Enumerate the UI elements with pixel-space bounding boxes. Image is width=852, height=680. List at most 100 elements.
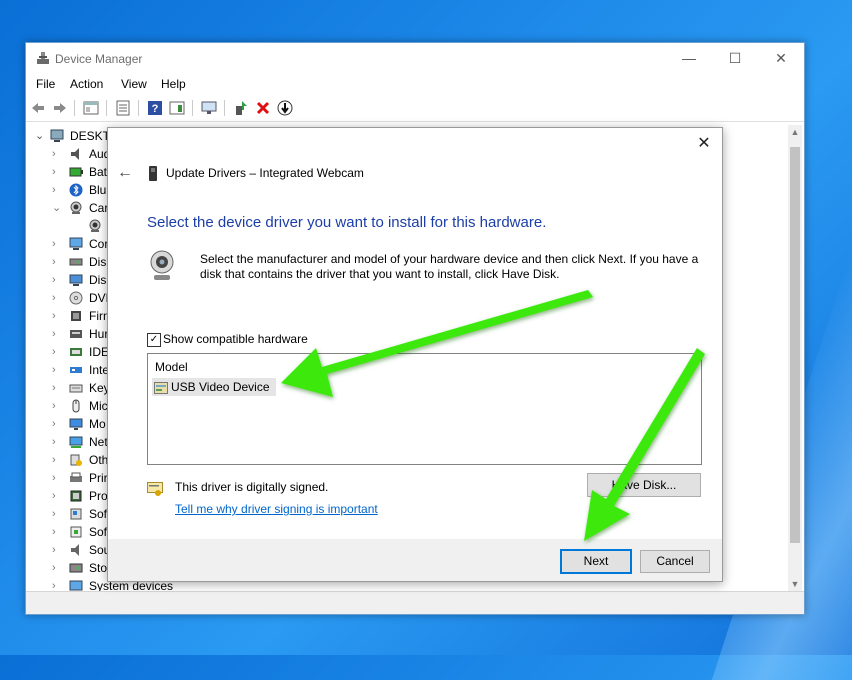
dialog-title: Update Drivers – Integrated Webcam (166, 166, 364, 180)
chevron-icon[interactable]: › (52, 523, 56, 541)
toolbar-separator (192, 100, 193, 116)
chevron-icon[interactable]: › (52, 307, 56, 325)
scroll-up-arrow[interactable]: ▲ (788, 127, 802, 137)
chevron-icon[interactable]: › (52, 361, 56, 379)
tree-item-label: Mo (89, 417, 106, 431)
chevron-icon[interactable]: › (52, 397, 56, 415)
close-button[interactable]: ✕ (758, 43, 804, 73)
scan-hardware-icon[interactable] (201, 100, 217, 116)
hid-icon (70, 330, 82, 338)
chevron-icon[interactable]: › (52, 559, 56, 577)
cancel-button[interactable]: Cancel (640, 550, 710, 573)
scrollbar-thumb[interactable] (790, 147, 800, 543)
tree-item-label: Sof (89, 507, 108, 521)
camera-icon (70, 201, 82, 214)
chevron-icon[interactable]: › (52, 451, 56, 469)
bluetooth-icon (69, 183, 83, 197)
show-hide-icon[interactable] (115, 100, 131, 116)
back-arrow-icon[interactable]: ← (116, 164, 134, 182)
storage-icon (69, 563, 83, 573)
tree-item-label: Car (89, 201, 109, 215)
vertical-scrollbar[interactable]: ▲ ▼ (788, 125, 802, 591)
ide-icon (70, 348, 82, 356)
chevron-icon[interactable]: › (52, 145, 56, 163)
model-item-usb-video-device[interactable]: USB Video Device (152, 378, 276, 396)
minimize-button[interactable]: — (666, 43, 712, 73)
software-component-icon (70, 508, 82, 520)
checkbox-box[interactable]: ✓ (147, 333, 161, 347)
chevron-icon[interactable]: › (52, 577, 56, 591)
back-icon[interactable] (30, 100, 46, 116)
dvd-icon (69, 291, 83, 305)
chevron-icon[interactable]: › (52, 163, 56, 181)
chevron-icon[interactable]: ⌄ (52, 199, 61, 217)
menu-bar: File Action View Help (26, 74, 804, 94)
disable-icon[interactable] (277, 100, 293, 116)
chevron-icon[interactable]: › (52, 379, 56, 397)
chevron-icon[interactable]: › (52, 415, 56, 433)
chevron-icon[interactable]: › (52, 541, 56, 559)
tree-item-label: Inte (89, 363, 110, 377)
dialog-footer: Next Cancel (108, 539, 722, 581)
model-column-header: Model (155, 360, 188, 374)
chevron-icon[interactable]: › (52, 289, 56, 307)
update-drivers-dialog: ✕ ← Update Drivers – Integrated Webcam S… (107, 127, 723, 582)
printer-icon (70, 472, 82, 482)
checkbox-label: Show compatible hardware (163, 332, 308, 346)
forward-icon[interactable] (52, 100, 68, 116)
chevron-icon[interactable]: › (52, 487, 56, 505)
chevron-icon[interactable]: › (52, 235, 56, 253)
tree-item-label: Sof (89, 525, 108, 539)
display-icon (69, 274, 83, 286)
next-button[interactable]: Next (560, 549, 632, 574)
toolbar-separator (74, 100, 75, 116)
mouse-icon (72, 399, 80, 413)
menu-file[interactable]: File (36, 77, 55, 91)
title-bar: Device Manager — ☐ ✕ (26, 43, 804, 73)
dialog-instructions: Select the manufacturer and model of you… (200, 252, 699, 281)
chevron-down-icon[interactable]: ⌄ (35, 127, 44, 145)
dialog-close-button[interactable]: ✕ (694, 134, 714, 154)
chevron-icon[interactable]: › (52, 343, 56, 361)
webcam-icon (89, 219, 101, 232)
scroll-down-arrow[interactable]: ▼ (788, 579, 802, 589)
chevron-icon[interactable]: › (52, 181, 56, 199)
chevron-icon[interactable]: › (52, 505, 56, 523)
menu-view[interactable]: View (121, 77, 147, 91)
battery-icon (69, 167, 83, 177)
signed-status-text: This driver is digitally signed. (175, 480, 329, 494)
chevron-icon[interactable]: › (52, 469, 56, 487)
chevron-icon[interactable]: › (52, 271, 56, 289)
monitor-icon (69, 418, 83, 430)
menu-action[interactable]: Action (70, 77, 103, 91)
toolbar: ? (26, 95, 804, 122)
computer-icon (50, 129, 64, 142)
tree-item-label: Cor (89, 237, 109, 251)
chevron-icon[interactable]: › (52, 433, 56, 451)
keyboard-icon (69, 384, 83, 393)
driver-signing-link[interactable]: Tell me why driver signing is important (175, 502, 378, 516)
have-disk-button[interactable]: Have Disk... (587, 473, 701, 497)
update-driver-icon[interactable] (233, 100, 249, 116)
properties-icon[interactable] (83, 100, 99, 116)
help-icon[interactable]: ? (147, 100, 163, 116)
maximize-button[interactable]: ☐ (712, 43, 758, 73)
action-pane-icon[interactable] (169, 100, 185, 116)
status-bar (26, 591, 804, 614)
menu-help[interactable]: Help (161, 77, 186, 91)
tree-item-label: Oth (89, 453, 109, 467)
network-icon (69, 436, 83, 448)
tree-item-label: Sto (89, 561, 108, 575)
software-device-icon (70, 526, 82, 538)
audio-icon (71, 148, 79, 160)
dialog-heading: Select the device driver you want to ins… (147, 214, 547, 231)
window-title: Device Manager (55, 52, 143, 66)
chevron-icon[interactable]: › (52, 325, 56, 343)
tree-item-label: IDE (89, 345, 110, 359)
webcam-icon (150, 250, 174, 280)
tree-item-label: Prir (89, 471, 108, 485)
model-list[interactable]: Model USB Video Device (147, 353, 702, 465)
uninstall-icon[interactable] (255, 100, 271, 116)
device-manager-icon (37, 52, 49, 64)
chevron-icon[interactable]: › (52, 253, 56, 271)
